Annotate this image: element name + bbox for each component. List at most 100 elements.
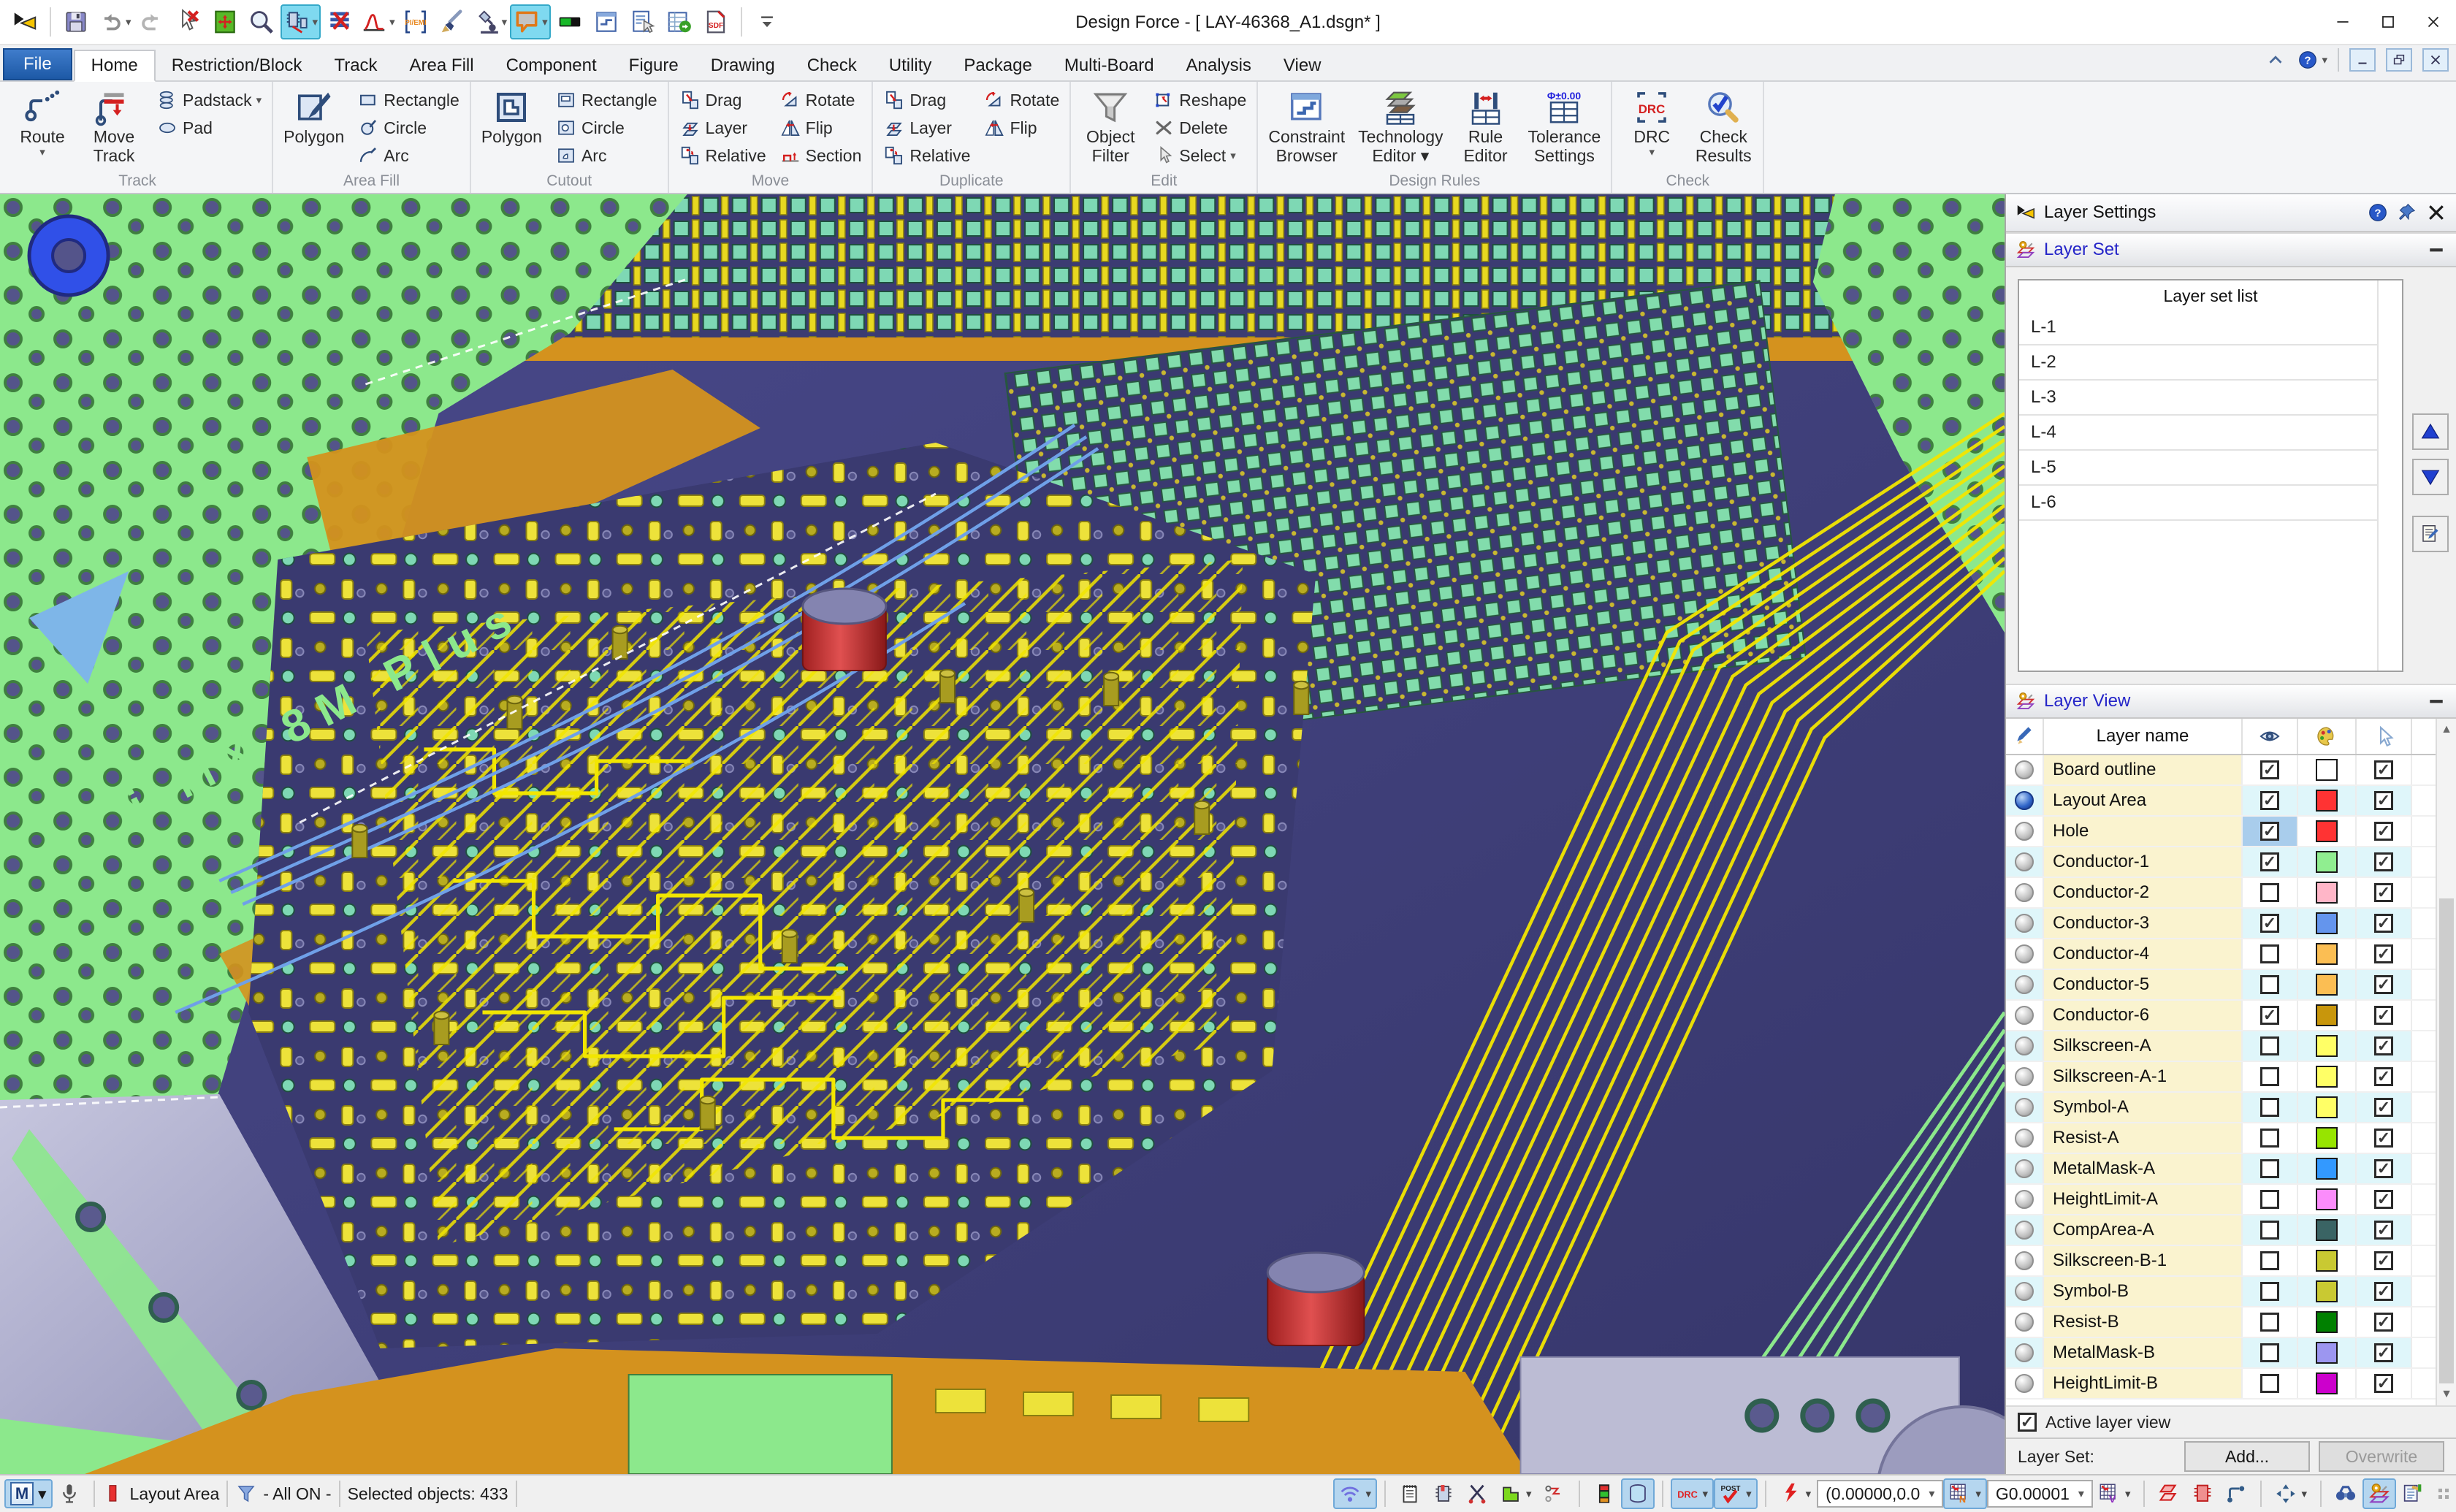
document-close-icon[interactable] xyxy=(2422,48,2449,72)
report-icon[interactable] xyxy=(662,4,697,39)
active-layer-radio[interactable] xyxy=(2015,914,2034,933)
layer-color-swatch[interactable] xyxy=(2316,851,2338,873)
layer-name[interactable]: Conductor-4 xyxy=(2044,939,2243,969)
layer-name[interactable]: Resist-B xyxy=(2044,1307,2243,1337)
button-flip[interactable]: Flip xyxy=(979,114,1064,142)
visible-checkbox[interactable] xyxy=(2260,1006,2279,1025)
post-process-toggle[interactable]: POST ▾ xyxy=(1714,1478,1758,1509)
selectable-checkbox[interactable] xyxy=(2374,1067,2393,1086)
layer-name[interactable]: MetalMask-B xyxy=(2044,1338,2243,1367)
button-layer[interactable]: Layer xyxy=(879,114,975,142)
move-up-button[interactable] xyxy=(2412,413,2449,450)
active-layer-radio[interactable] xyxy=(2015,1221,2034,1240)
layer-set-item-l-1[interactable]: L-1 xyxy=(2019,310,2377,345)
button-drc[interactable]: DRC DRC ▾ xyxy=(1618,85,1685,162)
layer-name[interactable]: Conductor-3 xyxy=(2044,909,2243,938)
layer-set-list[interactable]: Layer set list L-1 L-2 L-3 L-4 L-5 L-6 xyxy=(2018,279,2403,672)
layer-row-resist-a[interactable]: Resist-A xyxy=(2006,1123,2456,1154)
layer-name[interactable]: Conductor-6 xyxy=(2044,1001,2243,1030)
close-icon[interactable] xyxy=(2425,202,2447,224)
selectable-checkbox[interactable] xyxy=(2374,1190,2393,1209)
selectable-checkbox[interactable] xyxy=(2374,852,2393,871)
layer-settings-toggle[interactable] xyxy=(2362,1478,2396,1509)
component-route-icon[interactable]: ▾ xyxy=(280,4,321,39)
layer-row-silkscreen-a[interactable]: Silkscreen-A xyxy=(2006,1031,2456,1062)
layer-color-swatch[interactable] xyxy=(2316,1066,2338,1088)
button-select[interactable]: Select ▾ xyxy=(1148,142,1251,169)
layer-color-swatch[interactable] xyxy=(2316,1004,2338,1026)
active-layer-radio[interactable] xyxy=(2015,1282,2034,1301)
selectable-checkbox[interactable] xyxy=(2374,1282,2393,1301)
layer-name[interactable]: Silkscreen-A-1 xyxy=(2044,1062,2243,1091)
button-circle[interactable]: Circle xyxy=(353,114,464,142)
collapse-ribbon-icon[interactable] xyxy=(2265,49,2287,71)
layer-name[interactable]: Symbol-A xyxy=(2044,1093,2243,1122)
help-icon[interactable]: ? xyxy=(2367,202,2389,224)
layer-set-section-header[interactable]: Layer Set xyxy=(2006,232,2456,267)
visible-checkbox[interactable] xyxy=(2260,791,2279,810)
layer-row-comparea-a[interactable]: CompArea-A xyxy=(2006,1215,2456,1246)
active-layer-radio[interactable] xyxy=(2015,760,2034,779)
tab-file[interactable]: File xyxy=(3,48,72,80)
layer-name[interactable]: HeightLimit-B xyxy=(2044,1369,2243,1398)
layer-color-swatch[interactable] xyxy=(2316,1035,2338,1057)
active-layer-radio[interactable] xyxy=(2015,1067,2034,1086)
microphone-button[interactable] xyxy=(53,1478,86,1509)
visible-checkbox[interactable] xyxy=(2260,1159,2279,1178)
layer-name[interactable]: Hole xyxy=(2044,817,2243,846)
active-layer-radio[interactable] xyxy=(2015,944,2034,963)
mode-button[interactable]: M ▾ xyxy=(4,1479,53,1508)
active-layer-radio[interactable] xyxy=(2015,975,2034,994)
layer-view-section-header[interactable]: Layer View xyxy=(2006,684,2456,719)
selectable-checkbox[interactable] xyxy=(2374,944,2393,963)
tab-figure[interactable]: Figure xyxy=(613,51,695,80)
layer-name[interactable]: Conductor-5 xyxy=(2044,970,2243,999)
tab-home[interactable]: Home xyxy=(73,50,156,82)
notes-button[interactable] xyxy=(1393,1478,1427,1509)
connectivity-button[interactable]: ▾ xyxy=(1333,1478,1378,1509)
minimize-icon[interactable] xyxy=(2320,0,2365,45)
layer-row-heightlimit-b[interactable]: HeightLimit-B xyxy=(2006,1369,2456,1400)
selectable-checkbox[interactable] xyxy=(2374,1006,2393,1025)
layer-color-swatch[interactable] xyxy=(2316,1127,2338,1149)
layer-color-swatch[interactable] xyxy=(2316,1188,2338,1210)
component-mode-button[interactable] xyxy=(1427,1478,1460,1509)
layer-row-conductor-5[interactable]: Conductor-5 xyxy=(2006,970,2456,1001)
button-pad[interactable]: Pad xyxy=(152,114,266,142)
active-layer-radio[interactable] xyxy=(2015,822,2034,841)
visible-checkbox[interactable] xyxy=(2260,1313,2279,1332)
component-display-button[interactable] xyxy=(2186,1478,2219,1509)
grid-v-button[interactable]: V ▾ xyxy=(2093,1478,2137,1509)
layer-row-metalmask-a[interactable]: MetalMask-A xyxy=(2006,1154,2456,1185)
button-move-track[interactable]: Move Track xyxy=(80,85,148,169)
button-rectangle[interactable]: Rectangle xyxy=(353,86,464,114)
pan-button[interactable]: ▾ xyxy=(2269,1478,2313,1509)
tile-window-icon[interactable] xyxy=(589,4,624,39)
layer-row-silkscreen-b-1[interactable]: Silkscreen-B-1 xyxy=(2006,1246,2456,1277)
layer-set-item-l-5[interactable]: L-5 xyxy=(2019,451,2377,486)
visible-checkbox[interactable] xyxy=(2260,822,2279,841)
waveform-icon[interactable]: ▾ xyxy=(359,4,397,39)
selectable-checkbox[interactable] xyxy=(2374,791,2393,810)
database-button[interactable] xyxy=(1620,1478,1655,1509)
layer-color-swatch[interactable] xyxy=(2316,1096,2338,1118)
pin-icon[interactable] xyxy=(2396,202,2418,224)
online-check-button[interactable]: ▾ xyxy=(1774,1478,1818,1509)
save-icon[interactable] xyxy=(58,4,94,39)
button-polygon[interactable]: Polygon xyxy=(477,85,546,149)
skip-data-icon[interactable] xyxy=(322,4,357,39)
scrollbar-thumb[interactable] xyxy=(2439,898,2454,1383)
drc-toggle[interactable]: DRC ▾ xyxy=(1670,1478,1715,1509)
comment-icon[interactable]: ▾ xyxy=(510,4,551,39)
tab-package[interactable]: Package xyxy=(947,51,1048,80)
route-display-button[interactable] xyxy=(2219,1478,2253,1509)
visible-checkbox[interactable] xyxy=(2260,760,2279,779)
visible-checkbox[interactable] xyxy=(2260,1190,2279,1209)
cut-mode-button[interactable] xyxy=(1460,1478,1494,1509)
button-rotate[interactable]: Rotate xyxy=(775,86,866,114)
button-check-results[interactable]: Check Results xyxy=(1690,85,1757,169)
visible-checkbox[interactable] xyxy=(2260,914,2279,933)
microscope-icon[interactable]: ▾ xyxy=(471,4,509,39)
button-rectangle[interactable]: Rectangle xyxy=(551,86,662,114)
overwrite-button[interactable]: Overwrite xyxy=(2319,1441,2444,1472)
